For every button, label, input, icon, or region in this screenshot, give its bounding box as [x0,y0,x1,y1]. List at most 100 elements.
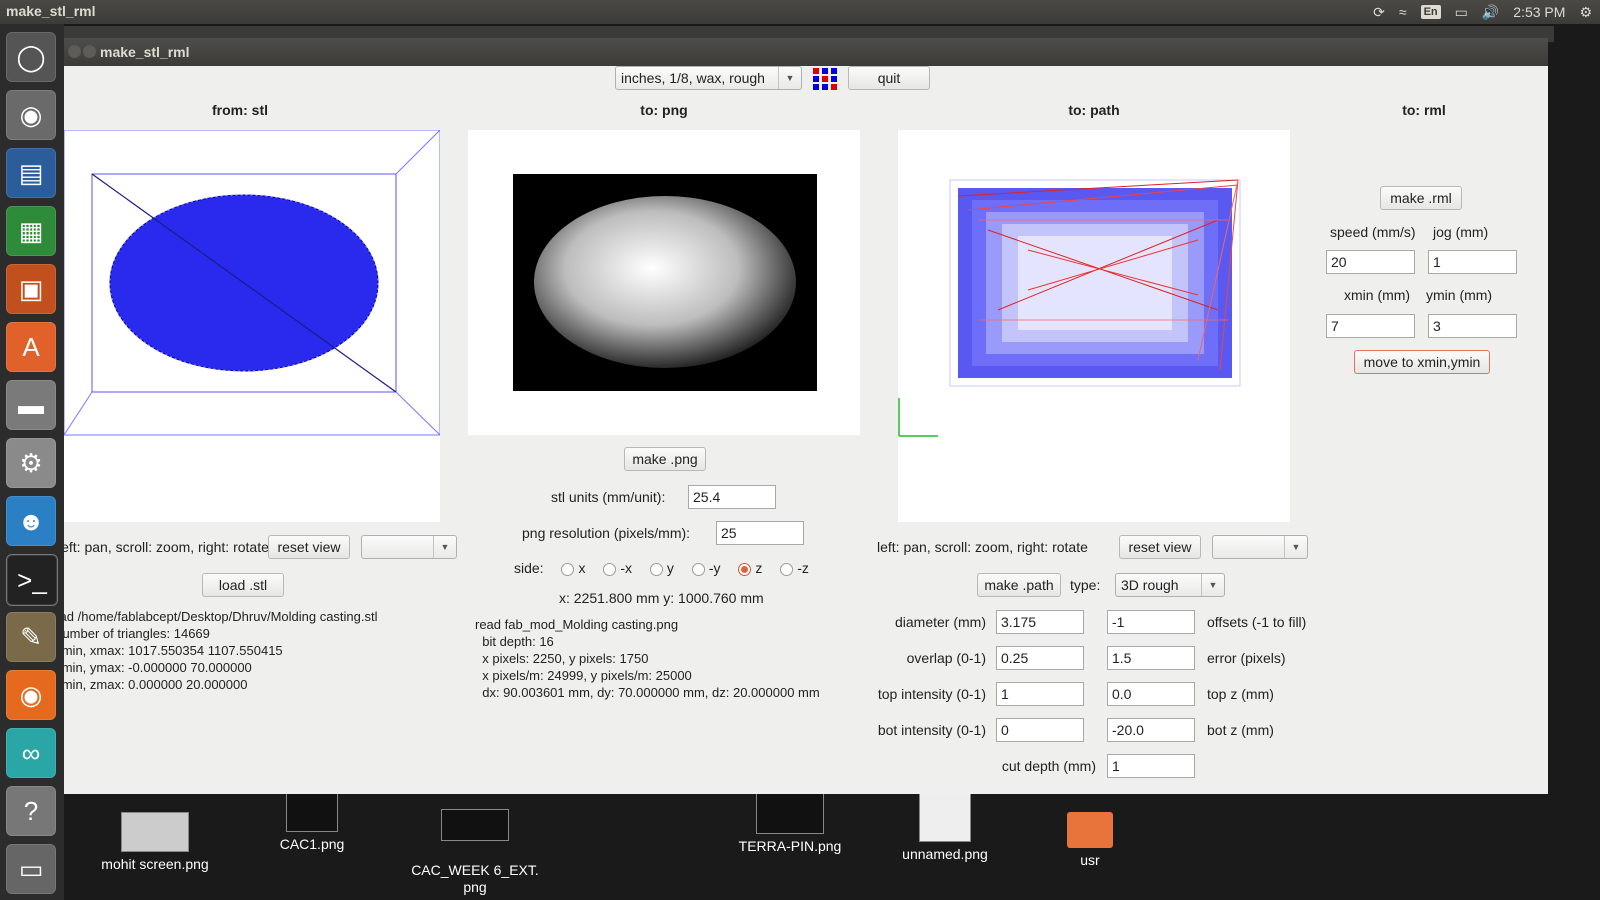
desktop-icon-usr[interactable]: usr [1045,812,1135,868]
stl-units-input[interactable]: 25.4 [688,485,776,509]
active-window-title: make_stl_rml [6,3,96,19]
volume-icon[interactable]: 🔊 [1482,4,1499,21]
side-minus-y-label: -y [708,560,721,576]
side-y-label: y [666,560,674,576]
chevron-down-icon: ▼ [1201,574,1224,596]
stl-viewer[interactable] [64,129,441,522]
system-tray: ⟳ ≈ En ▭ 🔊 2:53 PM ⚙ [1373,0,1592,24]
gimp-icon[interactable]: ✎ [6,612,56,662]
desktop-icon-label: usr [1080,852,1100,868]
window-title: make_stl_rml [100,44,190,60]
file-manager-icon[interactable]: ▬ [6,380,56,430]
top-z-label: top z (mm) [1207,686,1274,702]
top-z-input[interactable]: 0.0 [1107,682,1195,706]
side-minus-x-label: -x [620,560,633,576]
png-info-line: bit depth: 16 [475,634,554,649]
desktop-icon-terra-pin[interactable]: TERRA-PIN.png [725,792,855,854]
diameter-label: diameter (mm) [894,614,986,630]
xmin-input[interactable]: 7 [1326,314,1415,338]
ymin-input[interactable]: 3 [1428,314,1517,338]
make-png-button[interactable]: make .png [624,447,706,471]
stl-view-select[interactable]: ▼ [361,535,457,559]
chat-icon[interactable]: ☻ [6,496,56,546]
sync-icon[interactable]: ⟳ [1373,4,1385,21]
trash-icon[interactable]: ▭ [6,844,56,894]
png-resolution-label: png resolution (pixels/mm): [522,525,691,541]
wifi-icon[interactable]: ≈ [1399,4,1407,20]
make-stl-rml-window: make_stl_rml inches, 1/8, wax, rough ▼ q… [64,38,1548,794]
stl-info: read /home/fablabcept/Desktop/Dhruv/Mold… [64,608,378,693]
writer-icon[interactable]: ▤ [6,148,56,198]
speed-input[interactable]: 20 [1326,250,1415,274]
help-icon[interactable]: ? [6,786,56,836]
bot-z-label: bot z (mm) [1207,722,1274,738]
path-viewer[interactable] [898,130,1290,522]
side-minus-z-radio[interactable] [780,562,794,576]
preset-value: inches, 1/8, wax, rough [621,70,765,86]
top-intensity-label: top intensity (0-1) [877,686,986,702]
calc-icon[interactable]: ▦ [6,206,56,256]
offsets-label: offsets (-1 to fill) [1207,614,1307,630]
desktop-icon-mohit-screen[interactable]: mohit screen.png [90,812,220,872]
cut-depth-input[interactable]: 1 [1107,754,1195,778]
side-minus-y-radio[interactable] [691,562,705,576]
stl-info-line: number of triangles: 14669 [64,626,210,641]
window-titlebar: make_stl_rml [64,38,1548,66]
battery-icon[interactable]: ▭ [1455,4,1468,21]
bot-z-input[interactable]: -20.0 [1107,718,1195,742]
settings-gear-icon[interactable]: ⚙ [1579,4,1592,21]
diameter-input[interactable]: 3.175 [996,610,1084,634]
desktop-icon-label: mohit screen.png [101,856,209,872]
desktop-icon-unnamed[interactable]: unnamed.png [880,792,1010,862]
path-type-select[interactable]: 3D rough ▼ [1115,573,1225,597]
camera-icon[interactable]: ◉ [6,90,56,140]
desktop-icon-cac1[interactable]: CAC1.png [262,792,362,852]
stl-info-line: xmin, xmax: 1017.550354 1107.550415 [64,643,283,658]
software-center-icon[interactable]: A [6,322,56,372]
firefox-icon[interactable]: ◉ [6,670,56,720]
image-file-icon [121,812,189,852]
keyboard-layout-indicator[interactable]: En [1420,5,1441,19]
path-view-select[interactable]: ▼ [1212,535,1308,559]
arduino-icon[interactable]: ∞ [6,728,56,778]
bot-intensity-input[interactable]: 0 [996,718,1084,742]
system-settings-icon[interactable]: ⚙ [6,438,56,488]
desktop-icon-label: unnamed.png [902,846,988,862]
path-reset-view-button[interactable]: reset view [1119,535,1201,559]
load-stl-button[interactable]: load .stl [202,573,284,597]
side-z-radio[interactable] [738,562,752,576]
ubuntu-dash-icon[interactable]: ◯ [6,32,56,82]
clock[interactable]: 2:53 PM [1513,4,1565,20]
make-rml-button[interactable]: make .rml [1380,186,1462,210]
close-icon[interactable] [68,45,81,58]
side-minus-x-radio[interactable] [603,562,617,576]
stl-info-line: read /home/fablabcept/Desktop/Dhruv/Mold… [64,609,378,624]
offsets-input[interactable]: -1 [1107,610,1195,634]
preset-select[interactable]: inches, 1/8, wax, rough ▼ [615,66,802,90]
overlap-label: overlap (0-1) [906,650,986,666]
fab-logo-icon [813,68,837,90]
side-y-radio[interactable] [649,562,663,576]
top-intensity-input[interactable]: 1 [996,682,1084,706]
chevron-down-icon: ▼ [1284,536,1307,558]
path-type-value: 3D rough [1121,577,1179,593]
jog-input[interactable]: 1 [1428,250,1517,274]
make-path-button[interactable]: make .path [977,573,1061,597]
error-input[interactable]: 1.5 [1107,646,1195,670]
side-x-radio[interactable] [561,562,575,576]
minimize-icon[interactable] [83,45,96,58]
png-info-line: read fab_mod_Molding casting.png [475,617,679,632]
overlap-input[interactable]: 0.25 [996,646,1084,670]
png-resolution-input[interactable]: 25 [716,521,804,545]
stl-reset-view-button[interactable]: reset view [268,535,350,559]
move-to-xmin-ymin-button[interactable]: move to xmin,ymin [1354,350,1490,374]
window-content: inches, 1/8, wax, rough ▼ quit from: stl… [64,66,1548,794]
cut-depth-label: cut depth (mm) [1001,758,1096,774]
path-view-hint: left: pan, scroll: zoom, right: rotate [877,539,1088,555]
desktop-icon-label: TERRA-PIN.png [738,838,842,854]
quit-button[interactable]: quit [848,66,930,90]
desktop-icon-cac-week6[interactable]: CAC_WEEK 6_EXT. png [410,792,540,896]
image-file-icon [441,809,509,841]
terminal-icon[interactable]: >_ [6,554,58,606]
impress-icon[interactable]: ▣ [6,264,56,314]
